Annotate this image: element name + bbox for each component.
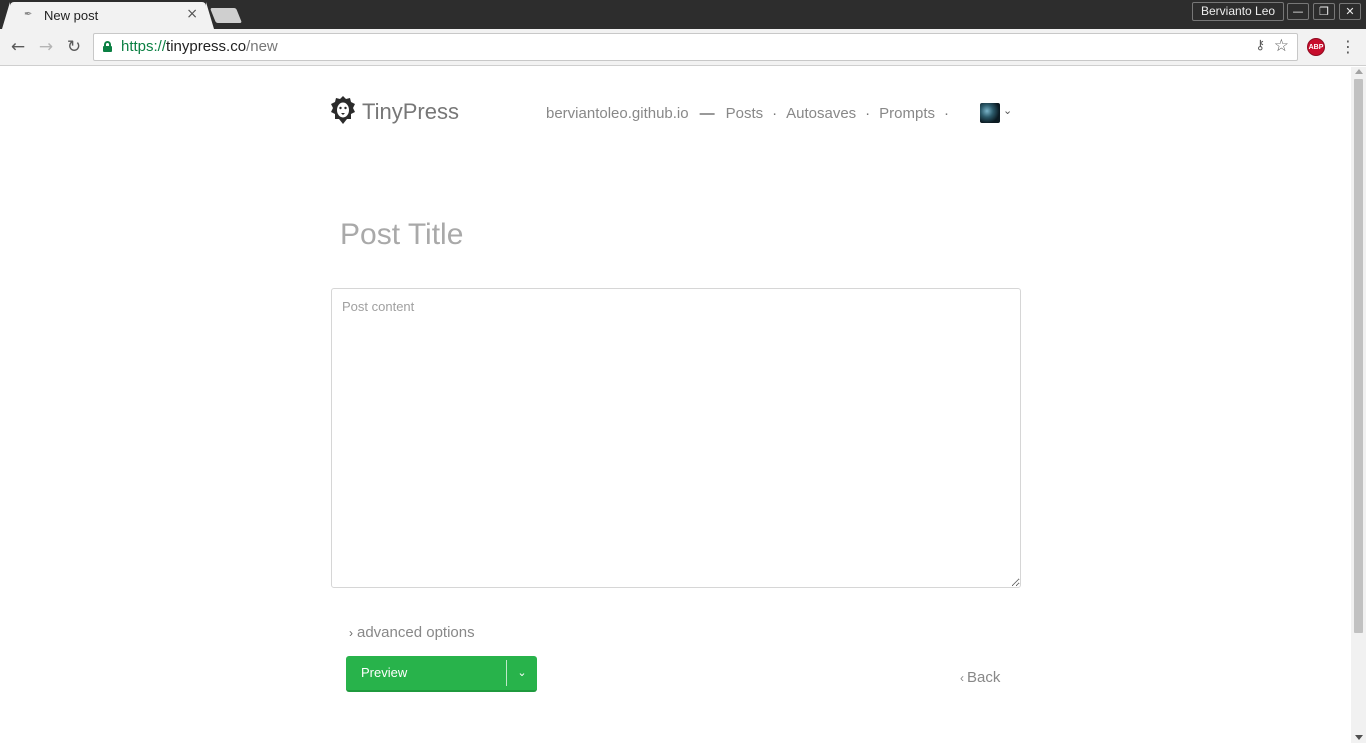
url-path: /new — [246, 38, 278, 55]
nav-link-autosaves[interactable]: Autosaves — [786, 105, 856, 122]
nav-separator: · — [865, 105, 871, 122]
bookmark-star-icon[interactable]: ☆ — [1274, 36, 1289, 56]
reload-icon[interactable]: ↻ — [63, 36, 85, 58]
minimize-button[interactable]: — — [1287, 3, 1309, 20]
url-scheme: https:// — [121, 38, 167, 55]
lion-logo-icon[interactable] — [330, 95, 356, 125]
chevron-left-icon: ‹ — [960, 671, 964, 685]
post-title-input[interactable] — [340, 213, 1020, 257]
preview-button[interactable]: Preview — [346, 656, 506, 690]
page-scrollbar[interactable] — [1351, 67, 1366, 743]
back-label: Back — [967, 669, 1001, 686]
lock-icon — [103, 41, 112, 52]
chevron-right-icon: › — [349, 626, 353, 640]
back-link[interactable]: ‹ Back — [960, 669, 1000, 686]
tab-title: New post — [44, 8, 99, 23]
main-nav: berviantoleo.github.io — Posts · Autosaves · P… — [546, 105, 958, 122]
quill-icon: ✒ — [24, 9, 33, 20]
advanced-options-toggle[interactable]: › advanced options — [349, 624, 475, 641]
browser-menu-icon[interactable]: ⋮ — [1340, 37, 1356, 57]
forward-arrow-icon[interactable]: → — [35, 36, 57, 58]
url-host: tinypress.co — [166, 38, 247, 55]
tab-close-icon[interactable]: × — [186, 6, 198, 22]
site-link[interactable]: berviantoleo.github.io — [546, 105, 689, 122]
nav-link-posts[interactable]: Posts — [726, 105, 764, 122]
scroll-down-arrow-icon[interactable] — [1355, 735, 1363, 740]
profile-button[interactable]: Bervianto Leo — [1192, 2, 1285, 21]
post-content-textarea[interactable] — [331, 288, 1021, 588]
chevron-down-icon[interactable]: ⌄ — [507, 656, 537, 690]
back-arrow-icon[interactable]: ← — [7, 36, 29, 58]
url-text: https://tinypress.co/new — [121, 38, 278, 55]
new-tab-button[interactable] — [209, 8, 243, 23]
browser-titlebar: ✒ New post × Bervianto Leo — ❐ ✕ — [0, 0, 1366, 29]
adblock-icon[interactable]: ABP — [1307, 38, 1325, 56]
key-icon[interactable]: ⚷ — [1255, 38, 1265, 53]
restore-button[interactable]: ❐ — [1313, 3, 1335, 20]
browser-tab[interactable]: ✒ New post × — [2, 2, 214, 29]
chevron-down-icon[interactable]: ⌄ — [1003, 104, 1012, 117]
avatar[interactable] — [980, 103, 1000, 123]
page-content: TinyPress berviantoleo.github.io — Posts · A… — [0, 67, 1366, 743]
nav-separator: · — [944, 105, 950, 122]
nav-dash: — — [699, 105, 715, 122]
close-window-button[interactable]: ✕ — [1339, 3, 1361, 20]
scroll-up-arrow-icon[interactable] — [1355, 69, 1363, 74]
browser-toolbar: ← → ↻ https://tinypress.co/new ⚷ ☆ ABP ⋮ — [0, 29, 1366, 66]
scrollbar-thumb[interactable] — [1354, 79, 1363, 633]
advanced-options-label: advanced options — [357, 624, 475, 641]
preview-button-group: Preview ⌄ — [346, 656, 537, 692]
nav-separator: · — [772, 105, 778, 122]
address-bar[interactable]: https://tinypress.co/new ⚷ ☆ — [93, 33, 1298, 61]
nav-link-prompts[interactable]: Prompts — [879, 105, 935, 122]
brand-name[interactable]: TinyPress — [362, 99, 459, 125]
